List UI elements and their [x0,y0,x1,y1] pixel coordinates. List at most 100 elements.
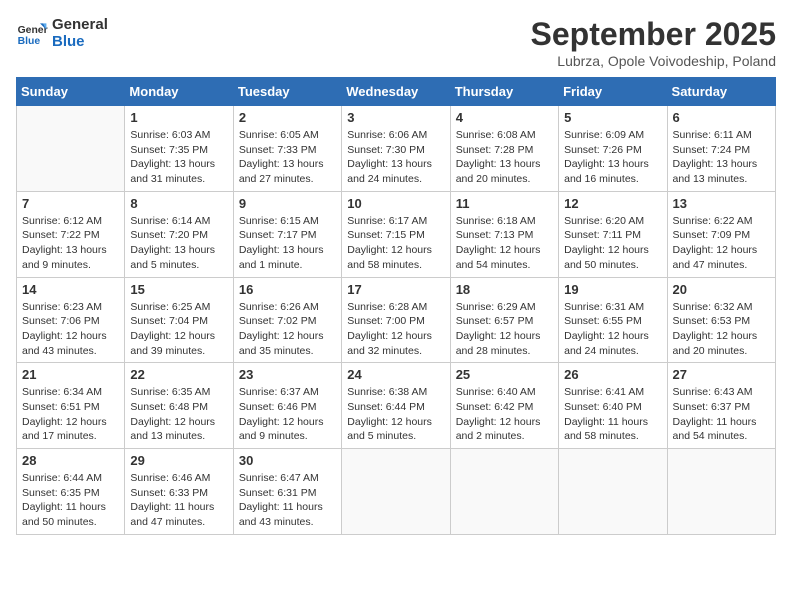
day-info: Sunrise: 6:28 AMSunset: 7:00 PMDaylight:… [347,300,444,359]
day-number: 10 [347,196,444,211]
page-header: General Blue General Blue September 2025… [16,16,776,69]
day-number: 21 [22,367,119,382]
header-cell-wednesday: Wednesday [342,78,450,106]
week-row-0: 1 Sunrise: 6:03 AMSunset: 7:35 PMDaylight… [17,106,776,192]
day-number: 24 [347,367,444,382]
day-number: 8 [130,196,227,211]
day-cell [342,449,450,535]
day-number: 29 [130,453,227,468]
location: Lubrza, Opole Voivodeship, Poland [531,53,776,69]
day-number: 30 [239,453,336,468]
day-info: Sunrise: 6:23 AMSunset: 7:06 PMDaylight:… [22,300,119,359]
day-cell: 29 Sunrise: 6:46 AMSunset: 6:33 PMDayligh… [125,449,233,535]
day-info: Sunrise: 6:20 AMSunset: 7:11 PMDaylight:… [564,214,661,273]
day-number: 18 [456,282,553,297]
header-cell-saturday: Saturday [667,78,775,106]
day-cell: 14 Sunrise: 6:23 AMSunset: 7:06 PMDayligh… [17,277,125,363]
day-info: Sunrise: 6:41 AMSunset: 6:40 PMDaylight:… [564,385,661,444]
day-number: 9 [239,196,336,211]
logo: General Blue General Blue [16,16,108,50]
day-cell: 30 Sunrise: 6:47 AMSunset: 6:31 PMDayligh… [233,449,341,535]
week-row-3: 21Sunrise: 6:34 AMSunset: 6:51 PMDayligh… [17,363,776,449]
day-info: Sunrise: 6:25 AMSunset: 7:04 PMDaylight:… [130,300,227,359]
day-cell: 8 Sunrise: 6:14 AMSunset: 7:20 PMDaylight… [125,191,233,277]
day-info: Sunrise: 6:08 AMSunset: 7:28 PMDaylight:… [456,128,553,187]
day-number: 6 [673,110,770,125]
day-cell: 12 Sunrise: 6:20 AMSunset: 7:11 PMDayligh… [559,191,667,277]
day-cell [17,106,125,192]
day-cell: 11 Sunrise: 6:18 AMSunset: 7:13 PMDayligh… [450,191,558,277]
logo-general: General [52,16,108,33]
day-cell: 18Sunrise: 6:29 AMSunset: 6:57 PMDayligh… [450,277,558,363]
week-row-2: 14 Sunrise: 6:23 AMSunset: 7:06 PMDayligh… [17,277,776,363]
day-info: Sunrise: 6:46 AMSunset: 6:33 PMDaylight:… [130,471,227,530]
day-number: 11 [456,196,553,211]
day-cell: 21Sunrise: 6:34 AMSunset: 6:51 PMDayligh… [17,363,125,449]
day-number: 5 [564,110,661,125]
day-info: Sunrise: 6:44 AMSunset: 6:35 PMDaylight:… [22,471,119,530]
day-number: 14 [22,282,119,297]
day-cell: 15 Sunrise: 6:25 AMSunset: 7:04 PMDayligh… [125,277,233,363]
day-info: Sunrise: 6:14 AMSunset: 7:20 PMDaylight:… [130,214,227,273]
calendar-table: SundayMondayTuesdayWednesdayThursdayFrid… [16,77,776,535]
header-cell-sunday: Sunday [17,78,125,106]
day-info: Sunrise: 6:47 AMSunset: 6:31 PMDaylight:… [239,471,336,530]
day-number: 16 [239,282,336,297]
day-info: Sunrise: 6:26 AMSunset: 7:02 PMDaylight:… [239,300,336,359]
day-cell: 24Sunrise: 6:38 AMSunset: 6:44 PMDayligh… [342,363,450,449]
day-info: Sunrise: 6:32 AMSunset: 6:53 PMDaylight:… [673,300,770,359]
day-number: 15 [130,282,227,297]
day-info: Sunrise: 6:05 AMSunset: 7:33 PMDaylight:… [239,128,336,187]
day-cell: 22 Sunrise: 6:35 AMSunset: 6:48 PMDayligh… [125,363,233,449]
day-cell: 28 Sunrise: 6:44 AMSunset: 6:35 PMDayligh… [17,449,125,535]
day-info: Sunrise: 6:22 AMSunset: 7:09 PMDaylight:… [673,214,770,273]
day-info: Sunrise: 6:35 AMSunset: 6:48 PMDaylight:… [130,385,227,444]
day-info: Sunrise: 6:15 AMSunset: 7:17 PMDaylight:… [239,214,336,273]
day-number: 12 [564,196,661,211]
day-info: Sunrise: 6:11 AMSunset: 7:24 PMDaylight:… [673,128,770,187]
day-number: 13 [673,196,770,211]
day-number: 2 [239,110,336,125]
day-cell: 13 Sunrise: 6:22 AMSunset: 7:09 PMDayligh… [667,191,775,277]
day-cell: 19Sunrise: 6:31 AMSunset: 6:55 PMDayligh… [559,277,667,363]
header-cell-tuesday: Tuesday [233,78,341,106]
day-cell [559,449,667,535]
day-cell: 5 Sunrise: 6:09 AMSunset: 7:26 PMDaylight… [559,106,667,192]
day-number: 22 [130,367,227,382]
day-number: 26 [564,367,661,382]
day-cell: 26 Sunrise: 6:41 AMSunset: 6:40 PMDayligh… [559,363,667,449]
calendar-body: 1 Sunrise: 6:03 AMSunset: 7:35 PMDaylight… [17,106,776,535]
month-title: September 2025 [531,16,776,53]
day-info: Sunrise: 6:12 AMSunset: 7:22 PMDaylight:… [22,214,119,273]
week-row-1: 7Sunrise: 6:12 AMSunset: 7:22 PMDaylight… [17,191,776,277]
day-number: 27 [673,367,770,382]
day-cell: 9 Sunrise: 6:15 AMSunset: 7:17 PMDaylight… [233,191,341,277]
day-number: 28 [22,453,119,468]
day-cell: 2 Sunrise: 6:05 AMSunset: 7:33 PMDaylight… [233,106,341,192]
day-cell: 7Sunrise: 6:12 AMSunset: 7:22 PMDaylight… [17,191,125,277]
logo-blue: Blue [52,33,108,50]
day-number: 1 [130,110,227,125]
day-number: 25 [456,367,553,382]
day-info: Sunrise: 6:43 AMSunset: 6:37 PMDaylight:… [673,385,770,444]
day-info: Sunrise: 6:18 AMSunset: 7:13 PMDaylight:… [456,214,553,273]
header-cell-friday: Friday [559,78,667,106]
day-cell [667,449,775,535]
header-row: SundayMondayTuesdayWednesdayThursdayFrid… [17,78,776,106]
day-info: Sunrise: 6:09 AMSunset: 7:26 PMDaylight:… [564,128,661,187]
day-number: 3 [347,110,444,125]
day-cell: 17 Sunrise: 6:28 AMSunset: 7:00 PMDayligh… [342,277,450,363]
calendar-header: SundayMondayTuesdayWednesdayThursdayFrid… [17,78,776,106]
logo-icon: General Blue [16,17,48,49]
day-cell: 23Sunrise: 6:37 AMSunset: 6:46 PMDayligh… [233,363,341,449]
svg-text:Blue: Blue [18,36,41,47]
day-cell [450,449,558,535]
day-number: 4 [456,110,553,125]
day-cell: 25Sunrise: 6:40 AMSunset: 6:42 PMDayligh… [450,363,558,449]
day-number: 23 [239,367,336,382]
title-block: September 2025 Lubrza, Opole Voivodeship… [531,16,776,69]
day-number: 17 [347,282,444,297]
day-cell: 27 Sunrise: 6:43 AMSunset: 6:37 PMDayligh… [667,363,775,449]
day-info: Sunrise: 6:03 AMSunset: 7:35 PMDaylight:… [130,128,227,187]
day-number: 20 [673,282,770,297]
